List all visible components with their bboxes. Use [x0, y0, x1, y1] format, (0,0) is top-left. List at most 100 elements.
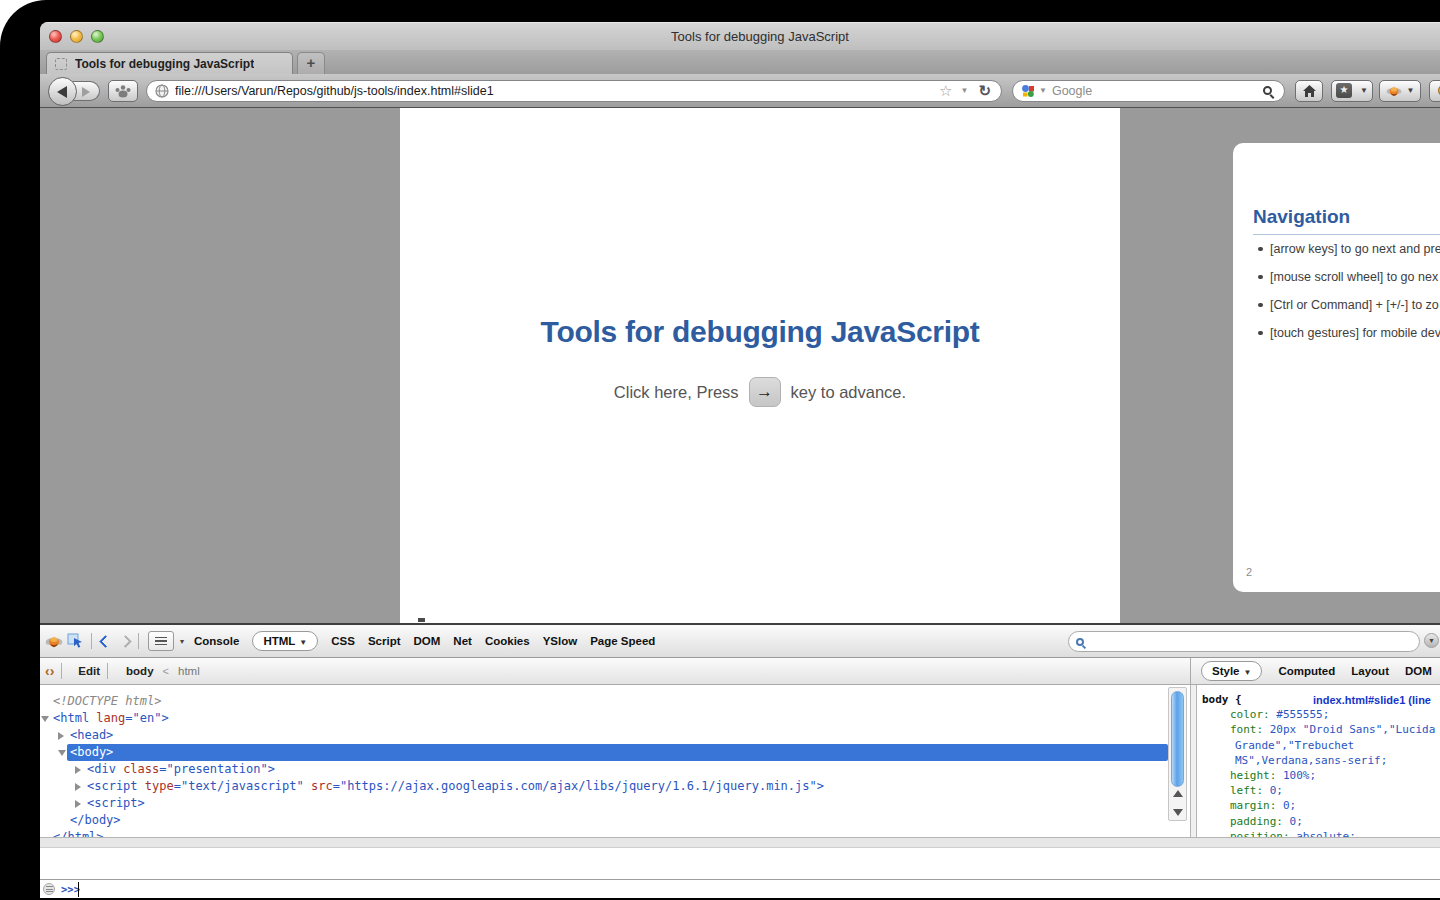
- firebug-dropdown-icon[interactable]: ▼: [1407, 86, 1415, 95]
- html-tree-row[interactable]: <script>: [40, 795, 1190, 812]
- back-button[interactable]: [48, 77, 77, 106]
- firebug-forward-icon[interactable]: [119, 634, 132, 647]
- home-button[interactable]: [1295, 80, 1323, 102]
- slide-page-number: 2: [1246, 566, 1252, 578]
- url-text[interactable]: file:///Users/Varun/Repos/github/js-tool…: [175, 84, 939, 98]
- globe-icon: [155, 84, 169, 98]
- command-line[interactable]: >>>: [40, 879, 1440, 898]
- css-property[interactable]: height: 100%;: [1202, 768, 1440, 783]
- firebug-icon[interactable]: [45, 633, 63, 650]
- bookmarks-star-icon: ★: [1336, 83, 1352, 98]
- firebug-options-dropdown-icon[interactable]: ▾: [180, 637, 184, 646]
- tree-horizontal-scrollbar[interactable]: [40, 837, 1440, 848]
- html-tree-row[interactable]: </body>: [40, 812, 1190, 829]
- scroll-down-icon[interactable]: [1173, 809, 1183, 816]
- firebug-tab-console[interactable]: Console: [194, 635, 239, 647]
- style-side-tab-dom[interactable]: DOM: [1405, 665, 1432, 677]
- collapse-icon[interactable]: [41, 716, 49, 722]
- google-logo-icon: [1021, 84, 1035, 98]
- firebug-toolbar-button[interactable]: ▼: [1379, 80, 1421, 102]
- style-side-tab-style[interactable]: Style▼: [1201, 661, 1262, 681]
- search-magnifier-icon[interactable]: [1263, 86, 1272, 95]
- navigation-panel: Navigation [arrow keys] to go next and p…: [1233, 143, 1440, 592]
- expand-icon[interactable]: [75, 783, 81, 791]
- scroll-up-icon[interactable]: [1173, 790, 1183, 797]
- page-content: Tools for debugging JavaScript Click her…: [40, 108, 1440, 623]
- home-icon: [1302, 84, 1317, 98]
- command-line-menu-icon[interactable]: [43, 883, 55, 895]
- reload-icon[interactable]: ↻: [978, 82, 991, 100]
- expand-icon[interactable]: [75, 766, 81, 774]
- style-side-tab-layout[interactable]: Layout: [1351, 665, 1389, 677]
- panel-splitter[interactable]: [1190, 685, 1197, 837]
- addon-paw-button[interactable]: [108, 80, 138, 102]
- firebug-search-input[interactable]: [1068, 631, 1420, 652]
- navigation-bullet: [Ctrl or Command] + [+/-] to zo: [1258, 298, 1440, 326]
- back-icon: [57, 86, 67, 98]
- firebug-tab-net[interactable]: Net: [453, 635, 472, 647]
- firebug-tab-page-speed[interactable]: Page Speed: [590, 635, 655, 647]
- new-tab-button[interactable]: +: [297, 52, 325, 74]
- style-side-tab-computed[interactable]: Computed: [1278, 665, 1335, 677]
- css-property[interactable]: position: absolute;: [1202, 829, 1440, 837]
- tree-vertical-scrollbar[interactable]: [1168, 687, 1187, 821]
- html-tree-row[interactable]: </html>: [40, 829, 1190, 837]
- text-caret: [78, 882, 79, 897]
- bookmarks-button[interactable]: ★ ▼: [1331, 80, 1373, 102]
- navigation-bullet: [touch gestures] for mobile dev: [1258, 326, 1440, 354]
- edit-button[interactable]: Edit: [78, 665, 100, 677]
- inspect-element-icon[interactable]: [67, 633, 84, 650]
- right-arrow-keycap[interactable]: →: [749, 377, 781, 407]
- presentation-slide: Tools for debugging JavaScript Click her…: [400, 108, 1120, 623]
- css-selector[interactable]: body {: [1202, 693, 1242, 706]
- url-dropdown-icon[interactable]: ▼: [961, 86, 969, 95]
- collapse-icon[interactable]: [58, 750, 66, 756]
- html-tree-row[interactable]: <body>: [40, 744, 1190, 761]
- html-tree-row[interactable]: <script type="text/javascript" src="http…: [40, 778, 1190, 795]
- firebug-icon: [1386, 84, 1402, 98]
- search-input[interactable]: Google: [1052, 84, 1263, 98]
- firebug-back-icon[interactable]: [99, 634, 112, 647]
- css-property[interactable]: margin: 0;: [1202, 798, 1440, 813]
- firebug-panel: ▾ Console HTML▼ CSS Script DOM Net Cookies YSlo…: [40, 623, 1440, 898]
- css-property[interactable]: font: 20px "Droid Sans","Lucida: [1202, 722, 1440, 737]
- firebug-tab-css[interactable]: CSS: [331, 635, 355, 647]
- list-icon: [155, 637, 167, 646]
- addon-button-partial[interactable]: [1429, 80, 1440, 102]
- firebug-tab-yslow[interactable]: YSlow: [543, 635, 578, 647]
- browser-tab[interactable]: Tools for debugging JavaScript: [46, 52, 293, 74]
- firebug-toolbar: ▾ Console HTML▼ CSS Script DOM Net Cookies YSlo…: [40, 625, 1440, 658]
- firebug-panel-list-button[interactable]: [148, 631, 174, 651]
- html-tree-row[interactable]: <html lang="en">: [40, 710, 1190, 727]
- url-bar[interactable]: file:///Users/Varun/Repos/github/js-tool…: [146, 80, 1002, 102]
- forward-icon: [82, 87, 90, 97]
- firebug-tab-dom[interactable]: DOM: [414, 635, 441, 647]
- firebug-search-options-button[interactable]: ▼: [1424, 633, 1439, 648]
- css-source-link[interactable]: index.html#slide1 (line: [1313, 693, 1431, 708]
- css-property[interactable]: color: #555555;: [1202, 707, 1440, 722]
- breadcrumb-body[interactable]: body: [126, 665, 153, 677]
- advance-text-before: Click here, Press: [614, 383, 739, 402]
- expand-icon[interactable]: [75, 800, 81, 808]
- firebug-tab-script[interactable]: Script: [368, 635, 401, 647]
- scrollbar-thumb[interactable]: [1171, 691, 1184, 787]
- html-tree-row[interactable]: <div class="presentation">: [40, 761, 1190, 778]
- firebug-tab-html[interactable]: HTML▼: [252, 631, 318, 651]
- breadcrumb-html[interactable]: html: [178, 665, 200, 677]
- bookmarks-dropdown-icon[interactable]: ▼: [1360, 86, 1368, 95]
- firebug-tab-cookies[interactable]: Cookies: [485, 635, 530, 647]
- search-engine-dropdown-icon[interactable]: ▼: [1039, 86, 1047, 95]
- bookmark-star-icon[interactable]: ☆: [939, 82, 952, 100]
- html-tree-row[interactable]: <head>: [40, 727, 1190, 744]
- css-property[interactable]: padding: 0;: [1202, 814, 1440, 829]
- side-panels-toggle-icon[interactable]: ‹›: [45, 663, 54, 679]
- firebug-subtoolbar: ‹› Edit body < html Style▼ComputedLayout…: [40, 658, 1440, 685]
- search-bar[interactable]: ▼ Google: [1012, 80, 1285, 102]
- css-property[interactable]: left: 0;: [1202, 783, 1440, 798]
- window-title: Tools for debugging JavaScript: [60, 29, 1440, 44]
- expand-icon[interactable]: [58, 732, 64, 740]
- window-titlebar[interactable]: Tools for debugging JavaScript: [40, 22, 1440, 50]
- addon-icon: [1437, 83, 1440, 98]
- html-tree-row[interactable]: <!DOCTYPE html>: [40, 693, 1190, 710]
- slide-title: Tools for debugging JavaScript: [400, 315, 1120, 349]
